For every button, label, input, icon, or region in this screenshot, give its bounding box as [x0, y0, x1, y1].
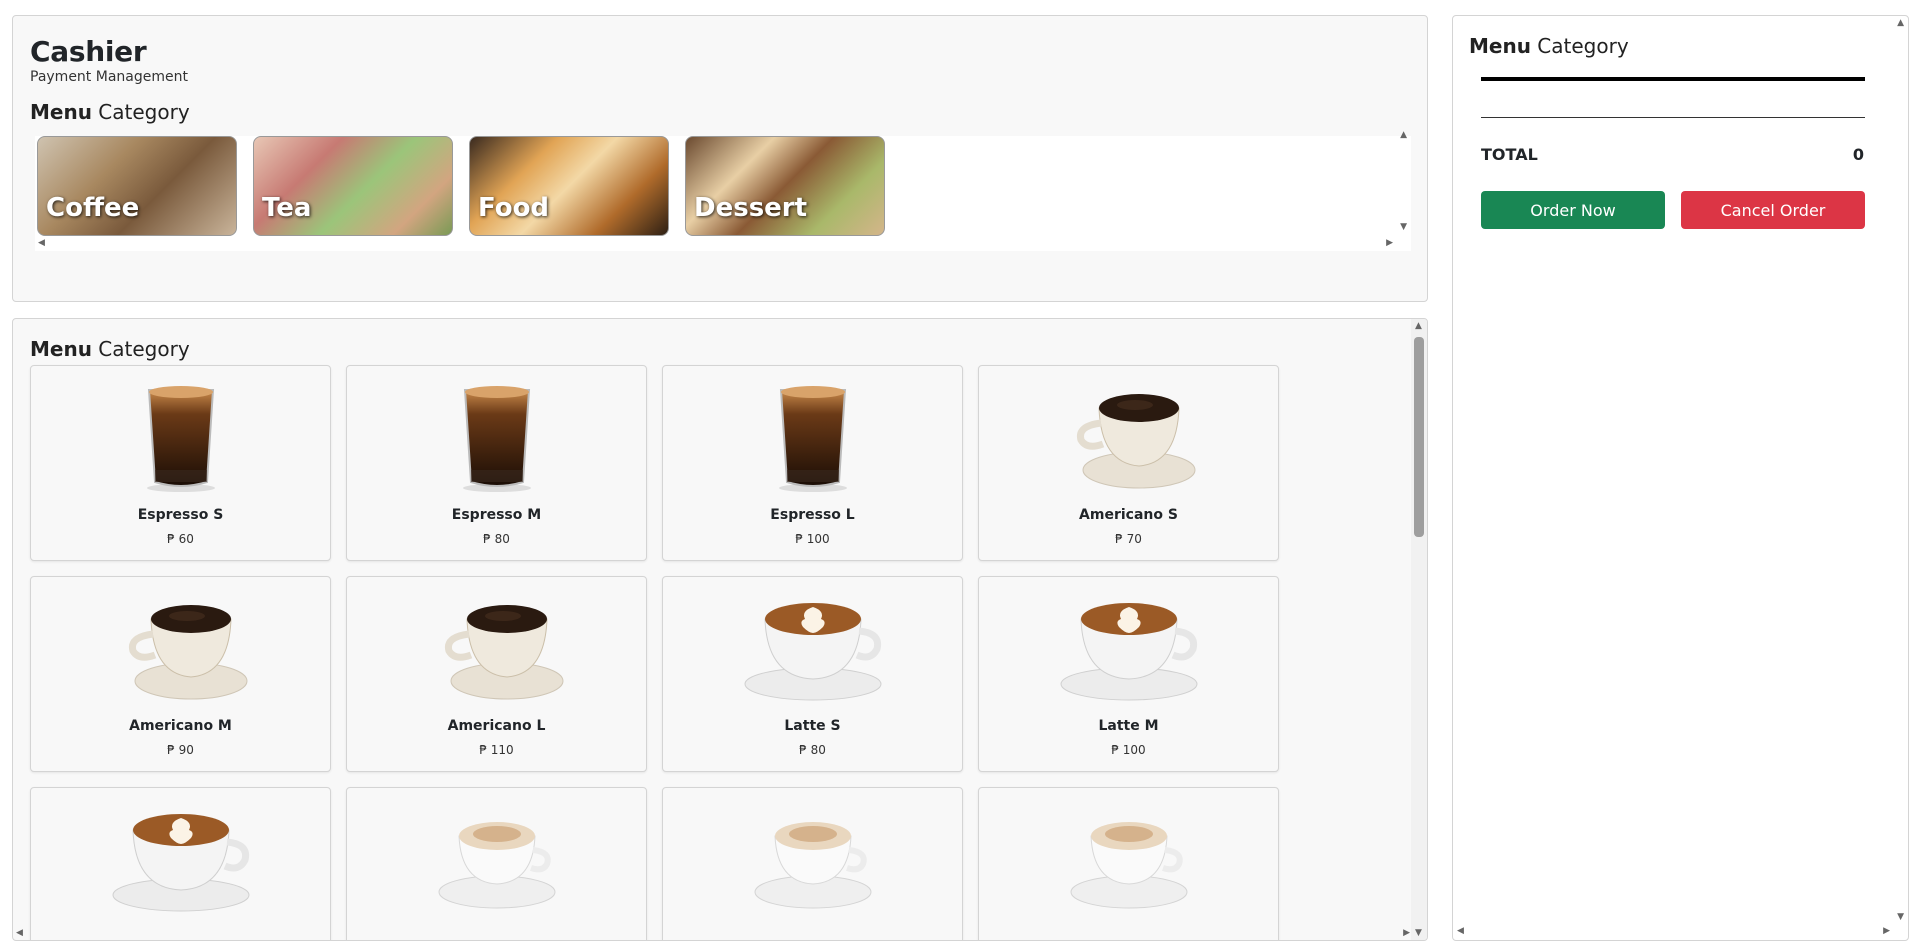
category-tile-tea[interactable]: Tea: [253, 136, 453, 236]
total-value: 0: [1852, 145, 1864, 164]
menu-item-name: Latte M: [1098, 718, 1159, 734]
menu-item-card[interactable]: Americano L ₱ 110: [346, 576, 647, 772]
menu-item-name: Americano S: [1079, 507, 1178, 523]
menu-item-price: ₱ 100: [795, 532, 830, 546]
menu-item-image: [743, 589, 883, 704]
menu-item-price: ₱ 90: [167, 743, 194, 757]
category-tile-coffee[interactable]: Coffee: [37, 136, 237, 236]
menu-item-image: [743, 800, 883, 915]
scroll-up-arrow-icon[interactable]: ▲: [1415, 321, 1422, 331]
menu-item-price: ₱ 80: [483, 532, 510, 546]
menu-item-image: [111, 589, 251, 704]
menu-items-panel: Menu Category Espresso S ₱ 60 Espresso M ₱ …: [12, 318, 1428, 941]
menu-item-image: [1059, 800, 1199, 915]
scroll-left-arrow-icon[interactable]: ◀: [1457, 926, 1464, 936]
category-label: Coffee: [46, 193, 140, 223]
category-panel: Cashier Payment Management Menu Category…: [12, 15, 1428, 302]
scrollbar-thumb[interactable]: [1414, 337, 1424, 537]
menu-item-image: [111, 378, 251, 493]
category-title-bold: Menu: [30, 100, 92, 124]
menu-item-card[interactable]: Espresso S ₱ 60: [30, 365, 331, 561]
menu-item-price: ₱ 60: [167, 532, 194, 546]
menu-item-price: ₱ 110: [479, 743, 514, 757]
scroll-left-arrow-icon[interactable]: ◀: [38, 238, 45, 248]
order-section-title: Menu Category: [1469, 34, 1629, 58]
menu-item-image: [743, 378, 883, 493]
scroll-down-arrow-icon[interactable]: ▼: [1897, 912, 1904, 922]
menu-item-image: [1059, 378, 1199, 493]
category-row: Coffee Tea Food Dessert: [37, 136, 885, 236]
menu-item-price: ₱ 70: [1115, 532, 1142, 546]
scroll-down-arrow-icon[interactable]: ▼: [1400, 222, 1407, 232]
menu-item-card[interactable]: [978, 787, 1279, 940]
menu-item-card[interactable]: Latte S ₱ 80: [662, 576, 963, 772]
category-tile-food[interactable]: Food: [469, 136, 669, 236]
divider-thick: [1481, 77, 1865, 81]
menu-item-name: Americano M: [129, 718, 232, 734]
menu-item-image: [1059, 589, 1199, 704]
scroll-left-arrow-icon[interactable]: ◀: [16, 928, 23, 938]
menu-title-rest: Category: [91, 337, 190, 361]
divider-thin: [1481, 117, 1865, 118]
menu-item-card[interactable]: [346, 787, 647, 940]
order-title-rest: Category: [1530, 34, 1629, 58]
menu-item-name: Espresso S: [137, 507, 224, 523]
menu-item-card[interactable]: Latte M ₱ 100: [978, 576, 1279, 772]
page-subtitle: Payment Management: [30, 69, 188, 85]
scroll-up-arrow-icon[interactable]: ▲: [1400, 130, 1407, 140]
scroll-right-arrow-icon[interactable]: ▶: [1883, 926, 1890, 936]
menu-item-card[interactable]: [662, 787, 963, 940]
menu-item-name: Espresso L: [770, 507, 855, 523]
menu-item-price: ₱ 80: [799, 743, 826, 757]
menu-item-name: Espresso M: [451, 507, 542, 523]
menu-section-title: Menu Category: [30, 337, 190, 361]
category-horizontal-scrollbar[interactable]: ◀ ▶: [35, 236, 1411, 250]
menu-item-image: [111, 800, 251, 915]
menu-item-card[interactable]: Espresso M ₱ 80: [346, 365, 647, 561]
category-strip: Coffee Tea Food Dessert ▲ ▼ ◀ ▶: [35, 130, 1411, 251]
category-label: Food: [478, 193, 550, 223]
cancel-order-button[interactable]: Cancel Order: [1681, 191, 1865, 229]
menu-item-image: [427, 589, 567, 704]
menu-item-card[interactable]: Espresso L ₱ 100: [662, 365, 963, 561]
order-now-button[interactable]: Order Now: [1481, 191, 1665, 229]
menu-vertical-scrollbar[interactable]: ▲ ▼: [1411, 319, 1427, 940]
menu-item-card[interactable]: [30, 787, 331, 940]
scroll-up-arrow-icon[interactable]: ▲: [1897, 18, 1904, 28]
menu-item-image: [427, 378, 567, 493]
category-section-title: Menu Category: [30, 100, 190, 124]
category-title-rest: Category: [91, 100, 190, 124]
category-tile-dessert[interactable]: Dessert: [685, 136, 885, 236]
category-label: Tea: [262, 193, 312, 223]
menu-item-card[interactable]: Americano M ₱ 90: [30, 576, 331, 772]
menu-horizontal-scrollbar[interactable]: ◀ ▶: [12, 926, 1412, 940]
menu-item-grid: Espresso S ₱ 60 Espresso M ₱ 80 Espresso L ₱ …: [30, 365, 1279, 940]
menu-item-name: Latte S: [784, 718, 841, 734]
menu-title-bold: Menu: [30, 337, 92, 361]
order-title-bold: Menu: [1469, 34, 1531, 58]
category-label: Dessert: [694, 193, 808, 223]
menu-item-price: ₱ 100: [1111, 743, 1146, 757]
menu-item-name: Americano L: [447, 718, 546, 734]
scroll-down-arrow-icon[interactable]: ▼: [1415, 928, 1422, 938]
order-summary-panel: Menu Category TOTAL 0 Order Now Cancel O…: [1452, 15, 1909, 941]
menu-item-image: [427, 800, 567, 915]
page-title: Cashier: [30, 35, 147, 68]
scroll-right-arrow-icon[interactable]: ▶: [1386, 238, 1393, 248]
scroll-right-arrow-icon[interactable]: ▶: [1403, 928, 1410, 938]
total-label: TOTAL: [1481, 145, 1538, 164]
menu-item-card[interactable]: Americano S ₱ 70: [978, 365, 1279, 561]
